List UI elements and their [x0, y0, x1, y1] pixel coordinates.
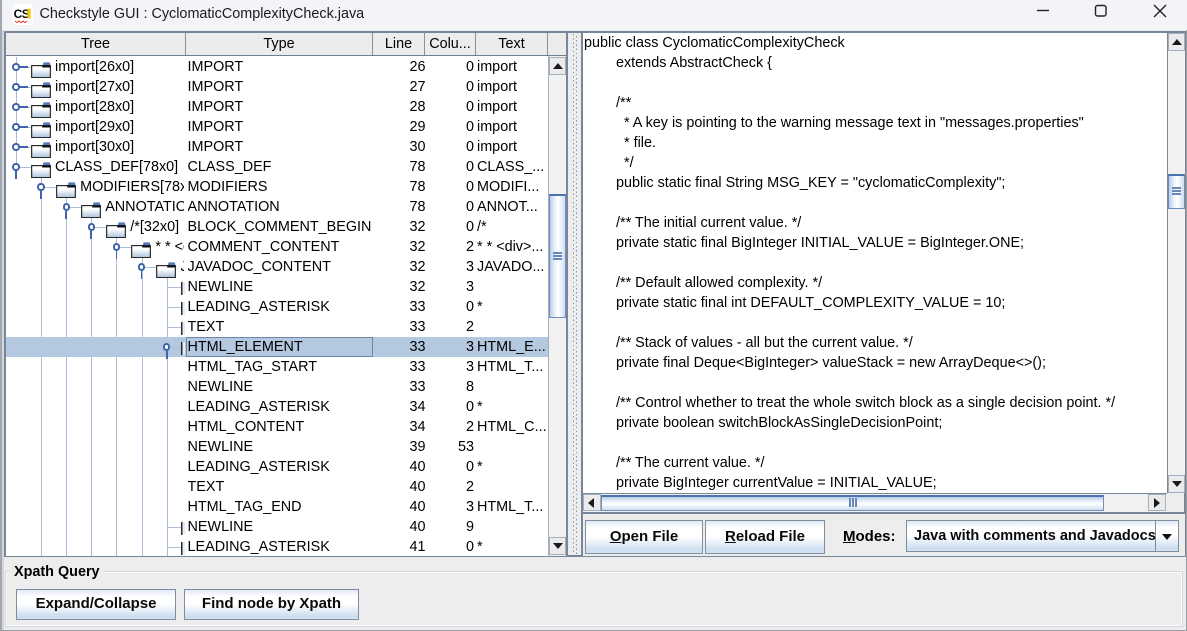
svg-text:CS: CS [14, 7, 30, 21]
